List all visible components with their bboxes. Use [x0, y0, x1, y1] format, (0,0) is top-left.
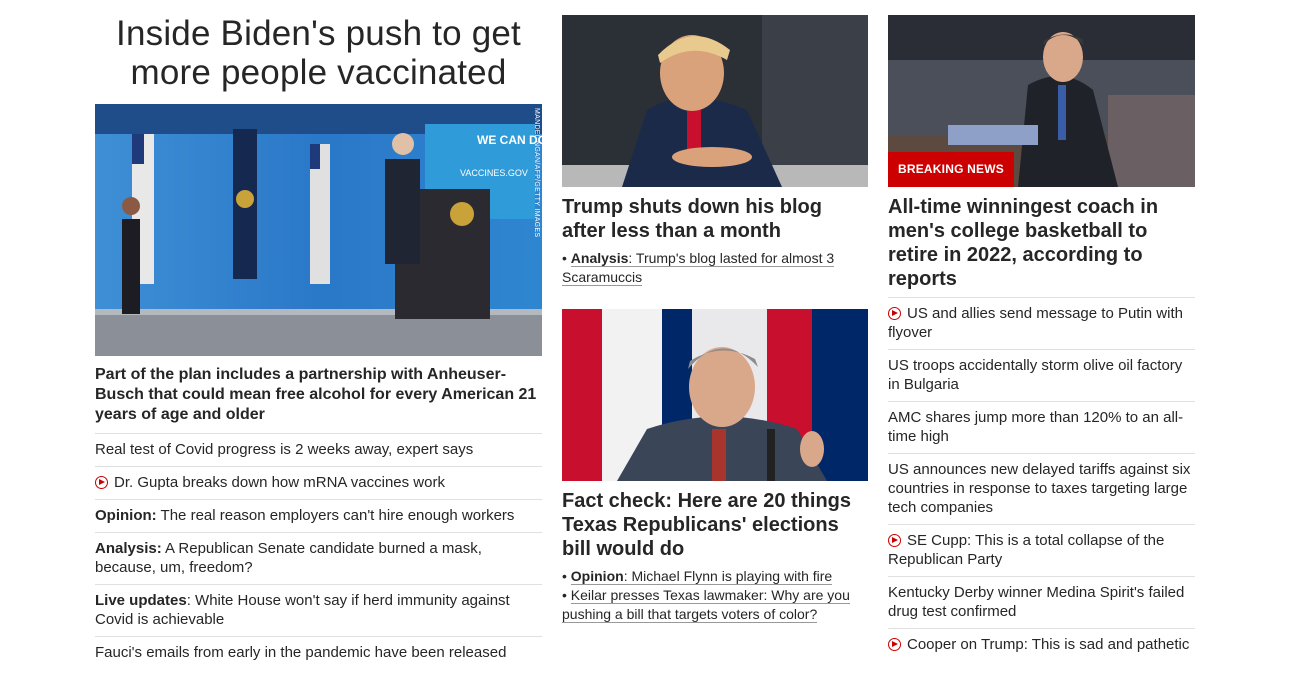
lead-story-column: Inside Biden's push to get more people v… — [95, 0, 542, 669]
trump-bullet-link[interactable]: Analysis: Trump's blog lasted for almost… — [562, 250, 835, 286]
list-item[interactable]: US troops accidentally storm olive oil f… — [888, 349, 1195, 401]
list-item[interactable]: US announces new delayed tariffs against… — [888, 453, 1195, 524]
breaking-news-badge: BREAKING NEWS — [888, 152, 1014, 187]
biden-podium-image: WE CAN DO THIS VACCINES.GOV — [95, 104, 542, 356]
play-icon — [888, 638, 901, 651]
trump-image — [562, 15, 868, 187]
coach-photo[interactable]: BREAKING NEWS — [888, 15, 1195, 187]
list-item[interactable]: Dr. Gupta breaks down how mRNA vaccines … — [95, 466, 542, 499]
list-item-link[interactable]: SE Cupp: This is a total collapse of the… — [888, 532, 1164, 568]
list-item[interactable]: US and allies send message to Putin with… — [888, 297, 1195, 349]
play-icon — [95, 476, 108, 489]
list-item-link[interactable]: Analysis: A Republican Senate candidate … — [95, 540, 482, 576]
play-icon — [888, 534, 901, 547]
coach-headline-link[interactable]: All-time winningest coach in men's colle… — [888, 195, 1195, 291]
list-item-link[interactable]: Real test of Covid progress is 2 weeks a… — [95, 441, 473, 458]
factcheck-bullet: • Keilar presses Texas lawmaker: Why are… — [562, 587, 850, 623]
photo-banner-url: VACCINES.GOV — [460, 168, 528, 178]
lead-headline[interactable]: Inside Biden's push to get more people v… — [95, 14, 542, 92]
trump-photo[interactable] — [562, 15, 868, 187]
list-item-link[interactable]: Opinion: The real reason employers can't… — [95, 507, 514, 524]
abbott-image — [562, 309, 868, 481]
list-item-link[interactable]: Fauci's emails from early in the pandemi… — [95, 644, 506, 661]
list-item[interactable]: Fauci's emails from early in the pandemi… — [95, 636, 542, 669]
lead-headline-link[interactable]: Inside Biden's push to get more people v… — [95, 14, 542, 92]
middle-column: Trump shuts down his blog after less tha… — [562, 0, 868, 624]
list-item-link[interactable]: Cooper on Trump: This is sad and patheti… — [888, 636, 1189, 653]
factcheck-bullet-link[interactable]: Opinion: Michael Flynn is playing with f… — [570, 568, 833, 585]
play-icon — [888, 307, 901, 320]
list-item[interactable]: Live updates: White House won't say if h… — [95, 584, 542, 636]
list-item-link[interactable]: Dr. Gupta breaks down how mRNA vaccines … — [95, 474, 445, 491]
factcheck-bullet: • Opinion: Michael Flynn is playing with… — [562, 568, 833, 585]
trump-headline[interactable]: Trump shuts down his blog after less tha… — [562, 195, 868, 243]
photo-credit: MANDEL NGAN/AFP/GETTY IMAGES — [533, 108, 540, 238]
factcheck-bullet-link[interactable]: Keilar presses Texas lawmaker: Why are y… — [562, 587, 850, 623]
right-column: BREAKING NEWS All-time winningest coach … — [888, 0, 1195, 661]
list-item-link[interactable]: US and allies send message to Putin with… — [888, 305, 1183, 341]
trump-headline-link[interactable]: Trump shuts down his blog after less tha… — [562, 195, 868, 243]
list-item[interactable]: Opinion: The real reason employers can't… — [95, 499, 542, 532]
list-item[interactable]: Cooper on Trump: This is sad and patheti… — [888, 628, 1195, 661]
lead-subhead[interactable]: Part of the plan includes a partnership … — [95, 365, 542, 425]
list-item[interactable]: Real test of Covid progress is 2 weeks a… — [95, 433, 542, 466]
list-item[interactable]: AMC shares jump more than 120% to an all… — [888, 401, 1195, 453]
abbott-photo[interactable] — [562, 309, 868, 481]
list-item-link[interactable]: AMC shares jump more than 120% to an all… — [888, 409, 1183, 445]
list-item-link[interactable]: Live updates: White House won't say if h… — [95, 592, 510, 628]
lead-subhead-link[interactable]: Part of the plan includes a partnership … — [95, 365, 542, 425]
coach-headline[interactable]: All-time winningest coach in men's colle… — [888, 195, 1195, 291]
list-item[interactable]: SE Cupp: This is a total collapse of the… — [888, 524, 1195, 576]
trump-bullet: • Analysis: Trump's blog lasted for almo… — [562, 250, 835, 286]
lead-photo[interactable]: WE CAN DO THIS VACCINES.GOV MANDEL NGAN/… — [95, 104, 542, 356]
lead-story-list: Real test of Covid progress is 2 weeks a… — [95, 433, 542, 669]
factcheck-headline-link[interactable]: Fact check: Here are 20 things Texas Rep… — [562, 489, 868, 561]
right-story-list: US and allies send message to Putin with… — [888, 297, 1195, 661]
list-item-link[interactable]: Kentucky Derby winner Medina Spirit's fa… — [888, 584, 1184, 620]
list-item[interactable]: Kentucky Derby winner Medina Spirit's fa… — [888, 576, 1195, 628]
list-item-link[interactable]: US announces new delayed tariffs against… — [888, 461, 1190, 516]
factcheck-headline[interactable]: Fact check: Here are 20 things Texas Rep… — [562, 489, 868, 561]
list-item-link[interactable]: US troops accidentally storm olive oil f… — [888, 357, 1182, 393]
list-item[interactable]: Analysis: A Republican Senate candidate … — [95, 532, 542, 584]
